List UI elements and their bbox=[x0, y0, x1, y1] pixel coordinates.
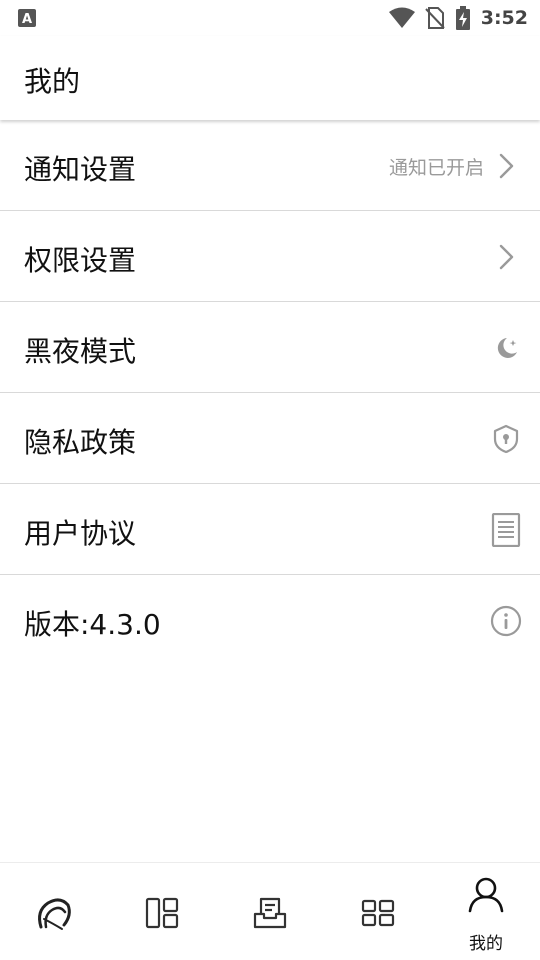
layout-icon bbox=[145, 897, 179, 929]
chevron-right-icon bbox=[490, 150, 522, 182]
menu-item-label: 通知设置 bbox=[24, 153, 137, 186]
wifi-icon bbox=[388, 7, 415, 28]
bottom-nav: 我的 bbox=[0, 862, 540, 960]
info-icon bbox=[490, 605, 522, 637]
settings-menu: 通知设置 通知已开启 权限设置 黑夜模式 隐私政策 用户协议 版本:4.3.0 bbox=[0, 120, 540, 666]
menu-item-permission-settings[interactable]: 权限设置 bbox=[0, 211, 540, 302]
shield-icon bbox=[490, 423, 522, 455]
user-icon bbox=[468, 877, 504, 913]
nav-item-layout[interactable] bbox=[108, 863, 216, 960]
status-bar: A 3:52 bbox=[0, 0, 540, 36]
menu-item-notification-settings[interactable]: 通知设置 通知已开启 bbox=[0, 120, 540, 211]
menu-item-label: 用户协议 bbox=[24, 517, 137, 550]
app-notification-icon: A bbox=[18, 9, 36, 27]
version-label: 版本:4.3.0 bbox=[24, 608, 161, 641]
menu-item-version[interactable]: 版本:4.3.0 bbox=[0, 575, 540, 666]
moon-icon bbox=[490, 332, 522, 364]
menu-item-privacy-policy[interactable]: 隐私政策 bbox=[0, 393, 540, 484]
menu-item-label: 黑夜模式 bbox=[24, 335, 137, 368]
menu-item-user-agreement[interactable]: 用户协议 bbox=[0, 484, 540, 575]
notification-status-text: 通知已开启 bbox=[388, 157, 484, 179]
menu-item-label: 隐私政策 bbox=[24, 426, 137, 459]
nav-item-inbox[interactable] bbox=[216, 863, 324, 960]
nav-item-label: 我的 bbox=[469, 934, 503, 954]
battery-charging-icon bbox=[455, 6, 470, 30]
nav-item-grid[interactable] bbox=[324, 863, 432, 960]
svg-text:A: A bbox=[22, 12, 32, 27]
app-logo-icon bbox=[38, 898, 71, 930]
chevron-right-icon bbox=[490, 241, 522, 273]
clock: 3:52 bbox=[480, 7, 528, 29]
page-title: 我的 bbox=[24, 65, 81, 98]
menu-item-label: 权限设置 bbox=[24, 244, 137, 277]
document-icon bbox=[490, 513, 522, 547]
nav-item-home[interactable] bbox=[0, 863, 108, 960]
menu-item-dark-mode[interactable]: 黑夜模式 bbox=[0, 302, 540, 393]
header: 我的 bbox=[0, 36, 540, 120]
status-right: 3:52 bbox=[388, 4, 528, 32]
grid-icon bbox=[361, 899, 395, 927]
no-sim-icon bbox=[425, 7, 445, 29]
nav-item-mine[interactable]: 我的 bbox=[432, 863, 540, 960]
inbox-icon bbox=[253, 897, 287, 929]
